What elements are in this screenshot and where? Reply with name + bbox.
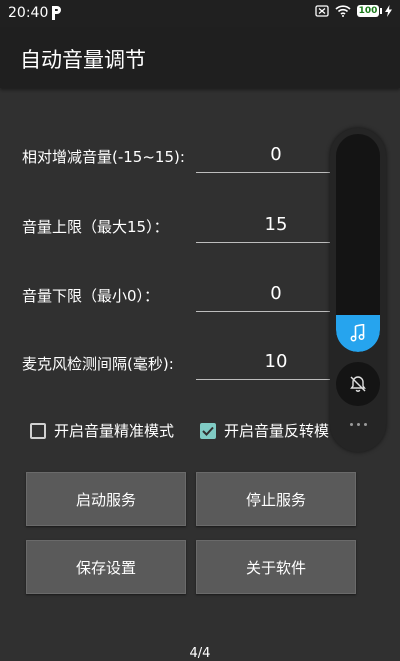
start-service-button[interactable]: 启动服务 bbox=[26, 472, 186, 526]
ringer-mute-button[interactable] bbox=[336, 362, 380, 406]
mic-interval-label: 麦克风检测间隔(毫秒): bbox=[22, 355, 174, 373]
checkmark-icon bbox=[202, 426, 214, 436]
music-note-icon bbox=[350, 324, 365, 342]
save-settings-button[interactable]: 保存设置 bbox=[26, 540, 186, 594]
about-software-button[interactable]: 关于软件 bbox=[196, 540, 356, 594]
stop-service-button[interactable]: 停止服务 bbox=[196, 472, 356, 526]
dot bbox=[363, 422, 367, 426]
bell-off-icon bbox=[350, 376, 366, 392]
reverse-mode-checkbox[interactable]: 开启音量反转模 bbox=[200, 420, 332, 441]
more-dots-icon[interactable] bbox=[336, 414, 380, 434]
volume-slider-fill bbox=[336, 314, 380, 352]
volume-min-label: 音量下限（最小0）： bbox=[22, 287, 160, 305]
precise-mode-box[interactable] bbox=[30, 422, 46, 439]
battery-icon: 100 bbox=[357, 5, 382, 17]
charging-icon bbox=[385, 5, 392, 17]
app-notification-icon bbox=[52, 6, 61, 20]
volume-slider[interactable] bbox=[336, 134, 380, 352]
page-indicator: 4/4 bbox=[189, 646, 211, 661]
sim-disabled-icon bbox=[315, 5, 329, 17]
reverse-mode-label: 开启音量反转模 bbox=[224, 422, 330, 440]
volume-panel bbox=[330, 128, 386, 452]
app-bar: 自动音量调节 bbox=[0, 28, 400, 88]
dot bbox=[349, 422, 353, 426]
wifi-icon bbox=[335, 5, 351, 17]
reverse-mode-box[interactable] bbox=[200, 422, 216, 439]
precise-mode-label: 开启音量精准模式 bbox=[54, 422, 175, 440]
dot bbox=[356, 422, 360, 426]
page-title: 自动音量调节 bbox=[20, 48, 146, 72]
relative-volume-label: 相对增减音量(-15~15): bbox=[22, 148, 185, 166]
status-time: 20:40 bbox=[8, 5, 49, 21]
precise-mode-checkbox[interactable]: 开启音量精准模式 bbox=[30, 420, 174, 441]
volume-max-label: 音量上限（最大15）： bbox=[22, 218, 169, 236]
status-bar: 20:40 100 bbox=[0, 0, 400, 28]
status-icons: 100 bbox=[315, 5, 392, 17]
